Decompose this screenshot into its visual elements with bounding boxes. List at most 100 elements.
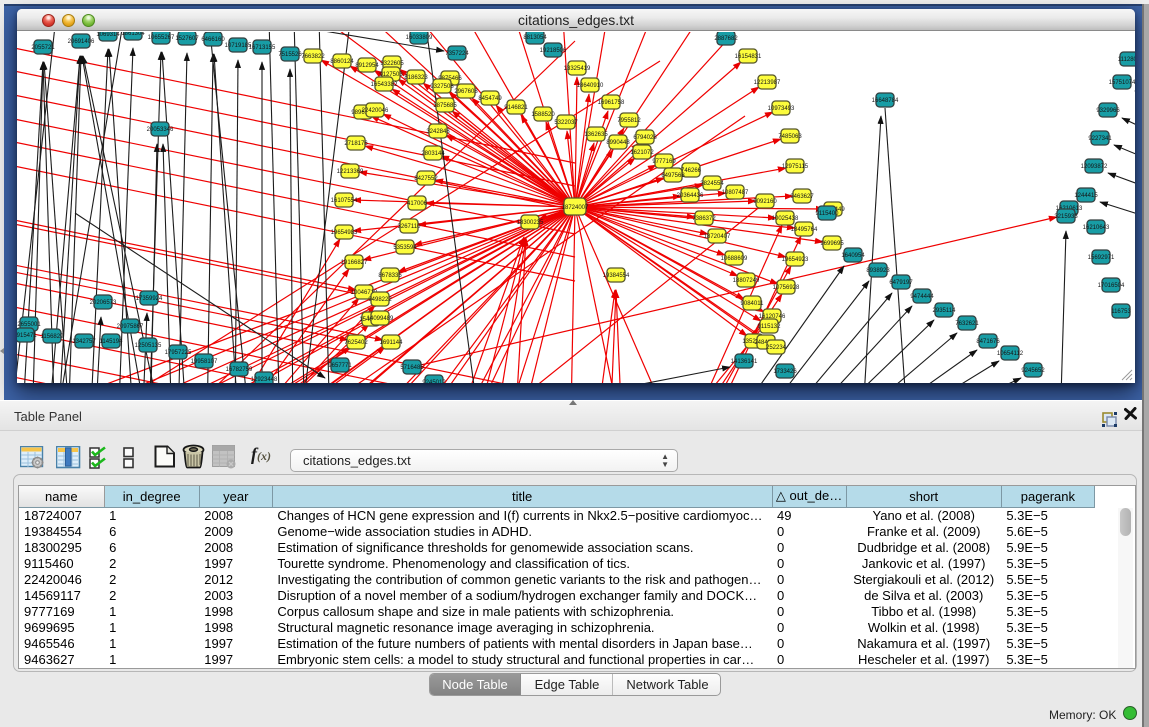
- svg-text:9146821: 9146821: [504, 105, 528, 111]
- svg-text:9463627: 9463627: [790, 194, 814, 200]
- svg-text:8860124: 8860124: [330, 59, 354, 65]
- svg-text:9474444: 9474444: [910, 294, 934, 300]
- svg-text:18720407: 18720407: [704, 234, 731, 240]
- svg-text:18640910: 18640910: [577, 83, 604, 89]
- svg-text:8186323: 8186323: [404, 75, 428, 81]
- svg-text:10025438: 10025438: [772, 216, 799, 222]
- svg-text:9115132: 9115132: [758, 324, 782, 330]
- svg-text:8813054: 8813054: [523, 35, 547, 41]
- svg-text:8678335: 8678335: [378, 273, 402, 279]
- svg-text:9322605: 9322605: [380, 61, 404, 67]
- svg-text:14136141: 14136141: [731, 359, 758, 365]
- svg-text:1527607: 1527607: [175, 36, 199, 42]
- svg-text:1069314: 1069314: [96, 32, 120, 38]
- svg-text:20053346: 20053346: [147, 127, 174, 133]
- svg-text:7485063: 7485063: [778, 134, 802, 140]
- svg-text:9245012: 9245012: [422, 380, 446, 383]
- svg-text:2935114: 2935114: [933, 308, 957, 314]
- svg-text:18807249: 18807249: [733, 278, 760, 284]
- svg-text:6497568: 6497568: [661, 173, 685, 179]
- svg-text:17016504: 17016504: [1098, 283, 1125, 289]
- svg-text:9084011: 9084011: [741, 301, 765, 307]
- svg-text:10807487: 10807487: [722, 190, 749, 196]
- svg-text:8912954: 8912954: [355, 63, 379, 69]
- svg-text:2718176: 2718176: [344, 141, 368, 147]
- svg-text:16782759: 16782759: [226, 367, 253, 373]
- svg-text:20364436: 20364436: [677, 193, 704, 199]
- svg-text:9092160: 9092160: [753, 199, 777, 205]
- svg-text:3242848: 3242848: [426, 129, 450, 135]
- svg-text:6794028: 6794028: [633, 135, 657, 141]
- svg-text:12093872: 12093872: [1081, 164, 1108, 170]
- svg-text:5322037: 5322037: [554, 120, 578, 126]
- svg-text:18300235: 18300235: [517, 220, 544, 226]
- svg-text:417006: 417006: [407, 201, 428, 207]
- svg-text:19384554: 19384554: [603, 273, 630, 279]
- svg-text:10973493: 10973493: [768, 106, 795, 112]
- svg-text:16713155: 16713155: [249, 45, 276, 51]
- svg-text:1640954: 1640954: [841, 253, 865, 259]
- svg-text:9245652: 9245652: [1021, 368, 1045, 374]
- svg-text:17359924: 17359924: [136, 296, 163, 302]
- svg-text:9699695: 9699695: [820, 241, 844, 247]
- svg-text:19218506: 19218506: [540, 48, 567, 54]
- svg-text:7515526: 7515526: [278, 52, 302, 58]
- svg-text:18724007: 18724007: [562, 205, 589, 211]
- svg-text:6479197: 6479197: [889, 280, 913, 286]
- svg-text:7663822: 7663822: [301, 54, 325, 60]
- svg-text:1691144: 1691144: [380, 340, 404, 346]
- svg-text:7955812: 7955812: [617, 118, 641, 124]
- svg-text:1588520: 1588520: [531, 112, 555, 118]
- svg-text:1156829: 1156829: [41, 334, 65, 340]
- svg-text:1145194: 1145194: [100, 339, 124, 345]
- svg-text:9777169: 9777169: [652, 159, 676, 165]
- svg-text:1861304: 1861304: [121, 32, 145, 37]
- svg-text:3215933: 3215933: [1054, 214, 1078, 220]
- svg-text:14099489: 14099489: [367, 316, 394, 322]
- svg-text:1362635: 1362635: [584, 132, 608, 138]
- svg-text:18495764: 18495764: [791, 227, 818, 233]
- svg-text:8471676: 8471676: [976, 339, 1000, 345]
- svg-text:16107554: 16107554: [331, 198, 358, 204]
- svg-text:9227341: 9227341: [1088, 136, 1112, 142]
- svg-text:16033809: 16033809: [406, 35, 433, 41]
- svg-text:7357224: 7357224: [445, 51, 469, 57]
- svg-text:15751074: 15751074: [1109, 80, 1135, 86]
- svg-text:10655267: 10655267: [148, 35, 175, 41]
- svg-text:1112808: 1112808: [1118, 57, 1135, 63]
- svg-text:16648784: 16648784: [872, 98, 899, 104]
- svg-text:3915471: 3915471: [17, 333, 37, 339]
- svg-text:7386372: 7386372: [692, 216, 716, 222]
- svg-text:2655001: 2655001: [17, 322, 41, 328]
- svg-text:12213987: 12213987: [754, 80, 781, 86]
- svg-text:20975867: 20975867: [117, 324, 144, 330]
- svg-text:8427552: 8427552: [414, 176, 438, 182]
- svg-text:9329966: 9329966: [1096, 108, 1120, 114]
- svg-text:19166827: 19166827: [341, 260, 368, 266]
- svg-text:2055721: 2055721: [31, 45, 55, 51]
- svg-text:12975115: 12975115: [782, 164, 809, 170]
- svg-text:3875685: 3875685: [433, 103, 457, 109]
- svg-text:3824554: 3824554: [700, 181, 724, 187]
- svg-text:8454749: 8454749: [478, 96, 502, 102]
- svg-text:10756928: 10756928: [773, 285, 800, 291]
- svg-text:8938923: 8938923: [866, 268, 890, 274]
- svg-text:16154831: 16154831: [735, 54, 762, 60]
- svg-text:20691406: 20691406: [68, 39, 95, 45]
- svg-text:116753: 116753: [1111, 309, 1131, 315]
- svg-text:10654112: 10654112: [997, 351, 1024, 357]
- svg-text:15692971: 15692971: [1088, 255, 1115, 261]
- svg-text:22420046: 22420046: [362, 108, 389, 114]
- svg-text:3267110: 3267110: [398, 224, 422, 230]
- svg-text:1733426: 1733426: [773, 369, 797, 375]
- svg-text:16210643: 16210643: [1083, 225, 1110, 231]
- svg-text:9327508: 9327508: [430, 84, 454, 90]
- svg-text:9657771: 9657771: [328, 363, 352, 369]
- svg-text:5353594: 5353594: [393, 245, 417, 251]
- svg-text:5716485: 5716485: [400, 365, 424, 371]
- svg-text:16961758: 16961758: [598, 100, 625, 106]
- svg-text:2887682: 2887682: [714, 36, 738, 42]
- svg-text:12213369: 12213369: [337, 169, 364, 175]
- svg-text:9498222: 9498222: [368, 297, 392, 303]
- svg-text:19654923: 19654923: [782, 257, 809, 263]
